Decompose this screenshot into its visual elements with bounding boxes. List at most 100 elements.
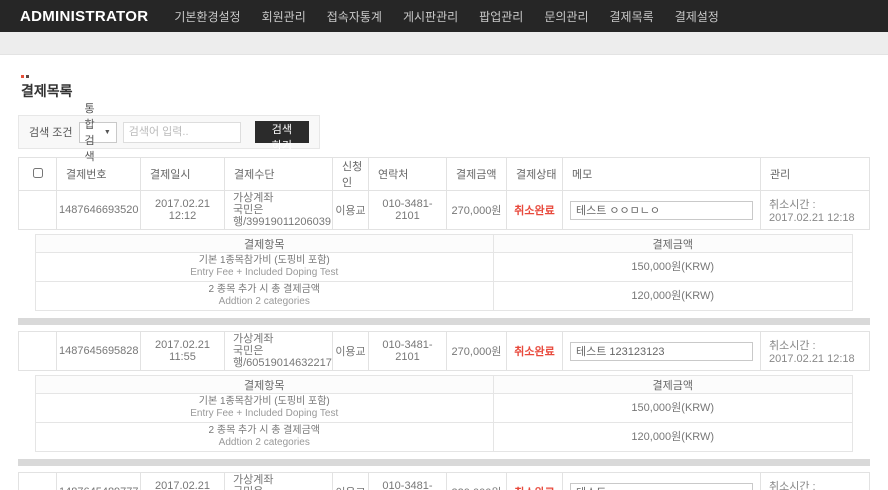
payment-record: 결제번호 결제일시 결제수단 신청인 연락처 결제금액 결제상태 메모 관리 1… (18, 157, 870, 311)
sub-header-amount: 결제금액 (493, 235, 852, 253)
payment-items-wrap: 결제항목 결제금액 기본 1종목참가비 (도핑비 포함) Entry Fee +… (35, 375, 853, 452)
payment-record: 1487645695828 2017.02.21 11:55 가상계좌 국민은행… (18, 331, 870, 452)
col-header-status: 결제상태 (507, 158, 563, 191)
sub-header-bar (0, 32, 888, 55)
payment-method-account: 국민은행/39919011199306 (233, 486, 330, 490)
payment-main-table: 1487645489777 2017.02.21 11:51 가상계좌 국민은행… (18, 472, 870, 490)
memo-cell (563, 473, 761, 490)
cancel-time-label: 취소시간 : 2017.02.21 12:18 (761, 191, 870, 230)
main-menu: 기본환경설정 회원관리 접속자통계 게시판관리 팝업관리 문의관리 결제목록 결… (174, 8, 719, 25)
record-separator (18, 459, 870, 466)
top-navbar: ADMINISTRATOR 기본환경설정 회원관리 접속자통계 게시판관리 팝업… (0, 0, 888, 32)
memo-cell (563, 332, 761, 371)
item-name-en: Entry Fee + Included Doping Test (38, 408, 491, 420)
row-checkbox-cell (19, 191, 57, 230)
table-header-row: 결제번호 결제일시 결제수단 신청인 연락처 결제금액 결제상태 메모 관리 (19, 158, 870, 191)
memo-cell (563, 191, 761, 230)
menu-item-popup-management[interactable]: 팝업관리 (479, 8, 523, 25)
item-amount: 150,000원(KRW) (493, 394, 852, 423)
payment-datetime: 2017.02.21 11:51 (141, 473, 225, 490)
col-header-memo: 메모 (563, 158, 761, 191)
menu-item-basic-settings[interactable]: 기본환경설정 (174, 8, 240, 25)
item-name-cell: 기본 1종목참가비 (도핑비 포함) Entry Fee + Included … (36, 394, 494, 423)
payment-item-row: 기본 1종목참가비 (도핑비 포함) Entry Fee + Included … (36, 253, 853, 282)
search-type-select[interactable]: 통합검색 ▼ (79, 122, 117, 143)
payment-main-table: 1487645695828 2017.02.21 11:55 가상계좌 국민은행… (18, 331, 870, 371)
cancel-time-label: 취소시간 : 2017.02.21 12:18 (761, 332, 870, 371)
menu-item-payment-list[interactable]: 결제목록 (610, 8, 654, 25)
row-checkbox-cell (19, 332, 57, 371)
search-condition-label: 검색 조건 (29, 124, 73, 140)
memo-input[interactable] (570, 201, 753, 220)
payment-no: 1487645489777 (57, 473, 141, 490)
payment-item-row: 2 종목 추가 시 총 결제금액 Addtion 2 categories 12… (36, 423, 853, 452)
record-separator (18, 318, 870, 325)
col-header-contact: 연락처 (369, 158, 447, 191)
payment-main-table: 결제번호 결제일시 결제수단 신청인 연락처 결제금액 결제상태 메모 관리 1… (18, 157, 870, 230)
applicant-name: 이용교 (333, 332, 369, 371)
item-name-ko: 2 종목 추가 시 총 결제금액 (38, 284, 491, 296)
payment-datetime: 2017.02.21 12:12 (141, 191, 225, 230)
search-panel: 검색 조건 통합검색 ▼ 검색하기 (18, 115, 320, 149)
payment-amount: 270,000원 (447, 191, 507, 230)
payment-items-table: 결제항목 결제금액 기본 1종목참가비 (도핑비 포함) Entry Fee +… (35, 375, 853, 452)
menu-item-board-management[interactable]: 게시판관리 (403, 8, 458, 25)
col-header-applicant: 신청인 (333, 158, 369, 191)
search-input[interactable] (123, 122, 241, 143)
item-name-cell: 기본 1종목참가비 (도핑비 포함) Entry Fee + Included … (36, 253, 494, 282)
item-amount: 120,000원(KRW) (493, 282, 852, 311)
payment-amount: 270,000원 (447, 332, 507, 371)
item-name-cell: 2 종목 추가 시 총 결제금액 Addtion 2 categories (36, 423, 494, 452)
col-header-method: 결제수단 (225, 158, 333, 191)
payment-method: 가상계좌 국민은행/39919011206039 (225, 191, 333, 230)
payment-row: 1487646693520 2017.02.21 12:12 가상계좌 국민은행… (19, 191, 870, 230)
memo-input[interactable] (570, 342, 753, 361)
payment-no: 1487645695828 (57, 332, 141, 371)
memo-input[interactable] (570, 483, 753, 490)
cancel-time-label: 취소시간 : 2017.02.21 12:18 (761, 473, 870, 490)
admin-brand: ADMINISTRATOR (20, 8, 148, 25)
search-button[interactable]: 검색하기 (255, 121, 309, 143)
menu-item-member-management[interactable]: 회원관리 (262, 8, 306, 25)
payment-item-row: 2 종목 추가 시 총 결제금액 Addtion 2 categories 12… (36, 282, 853, 311)
chevron-down-icon: ▼ (104, 129, 111, 136)
applicant-name: 이용교 (333, 191, 369, 230)
payment-row: 1487645489777 2017.02.21 11:51 가상계좌 국민은행… (19, 473, 870, 490)
item-name-ko: 기본 1종목참가비 (도핑비 포함) (38, 396, 491, 408)
item-amount: 120,000원(KRW) (493, 423, 852, 452)
col-header-amount: 결제금액 (447, 158, 507, 191)
page-title-section: 결제목록 (0, 55, 888, 101)
select-all-checkbox[interactable] (33, 168, 43, 178)
contact-number: 010-3481-2101 (369, 473, 447, 490)
payment-method: 가상계좌 국민은행/39919011199306 (225, 473, 333, 490)
applicant-name: 이용교 (333, 473, 369, 490)
col-header-manage: 관리 (761, 158, 870, 191)
payment-method-type: 가상계좌 (233, 333, 330, 345)
menu-item-payment-settings[interactable]: 결제설정 (675, 8, 719, 25)
menu-item-visitor-stats[interactable]: 접속자통계 (327, 8, 382, 25)
payment-method-account: 국민은행/60519014632217 (233, 345, 330, 369)
payment-item-row: 기본 1종목참가비 (도핑비 포함) Entry Fee + Included … (36, 394, 853, 423)
contact-number: 010-3481-2101 (369, 332, 447, 371)
status-badge: 취소완료 (507, 332, 563, 371)
item-name-cell: 2 종목 추가 시 총 결제금액 Addtion 2 categories (36, 282, 494, 311)
sub-header-item: 결제항목 (36, 376, 494, 394)
payment-method-account: 국민은행/39919011206039 (233, 204, 330, 228)
accent-dot-red (21, 75, 24, 78)
item-name-en: Entry Fee + Included Doping Test (38, 267, 491, 279)
menu-item-inquiry-management[interactable]: 문의관리 (544, 8, 588, 25)
payment-no: 1487646693520 (57, 191, 141, 230)
payment-records-list: 결제번호 결제일시 결제수단 신청인 연락처 결제금액 결제상태 메모 관리 1… (18, 157, 870, 490)
col-header-datetime: 결제일시 (141, 158, 225, 191)
status-badge: 취소완료 (507, 191, 563, 230)
payment-datetime: 2017.02.21 11:55 (141, 332, 225, 371)
search-type-value: 통합검색 (85, 100, 99, 164)
accent-dot-dark (26, 75, 29, 78)
item-name-en: Addtion 2 categories (38, 296, 491, 308)
item-amount: 150,000원(KRW) (493, 253, 852, 282)
contact-number: 010-3481-2101 (369, 191, 447, 230)
item-name-en: Addtion 2 categories (38, 437, 491, 449)
item-name-ko: 2 종목 추가 시 총 결제금액 (38, 425, 491, 437)
payment-row: 1487645695828 2017.02.21 11:55 가상계좌 국민은행… (19, 332, 870, 371)
item-name-ko: 기본 1종목참가비 (도핑비 포함) (38, 255, 491, 267)
